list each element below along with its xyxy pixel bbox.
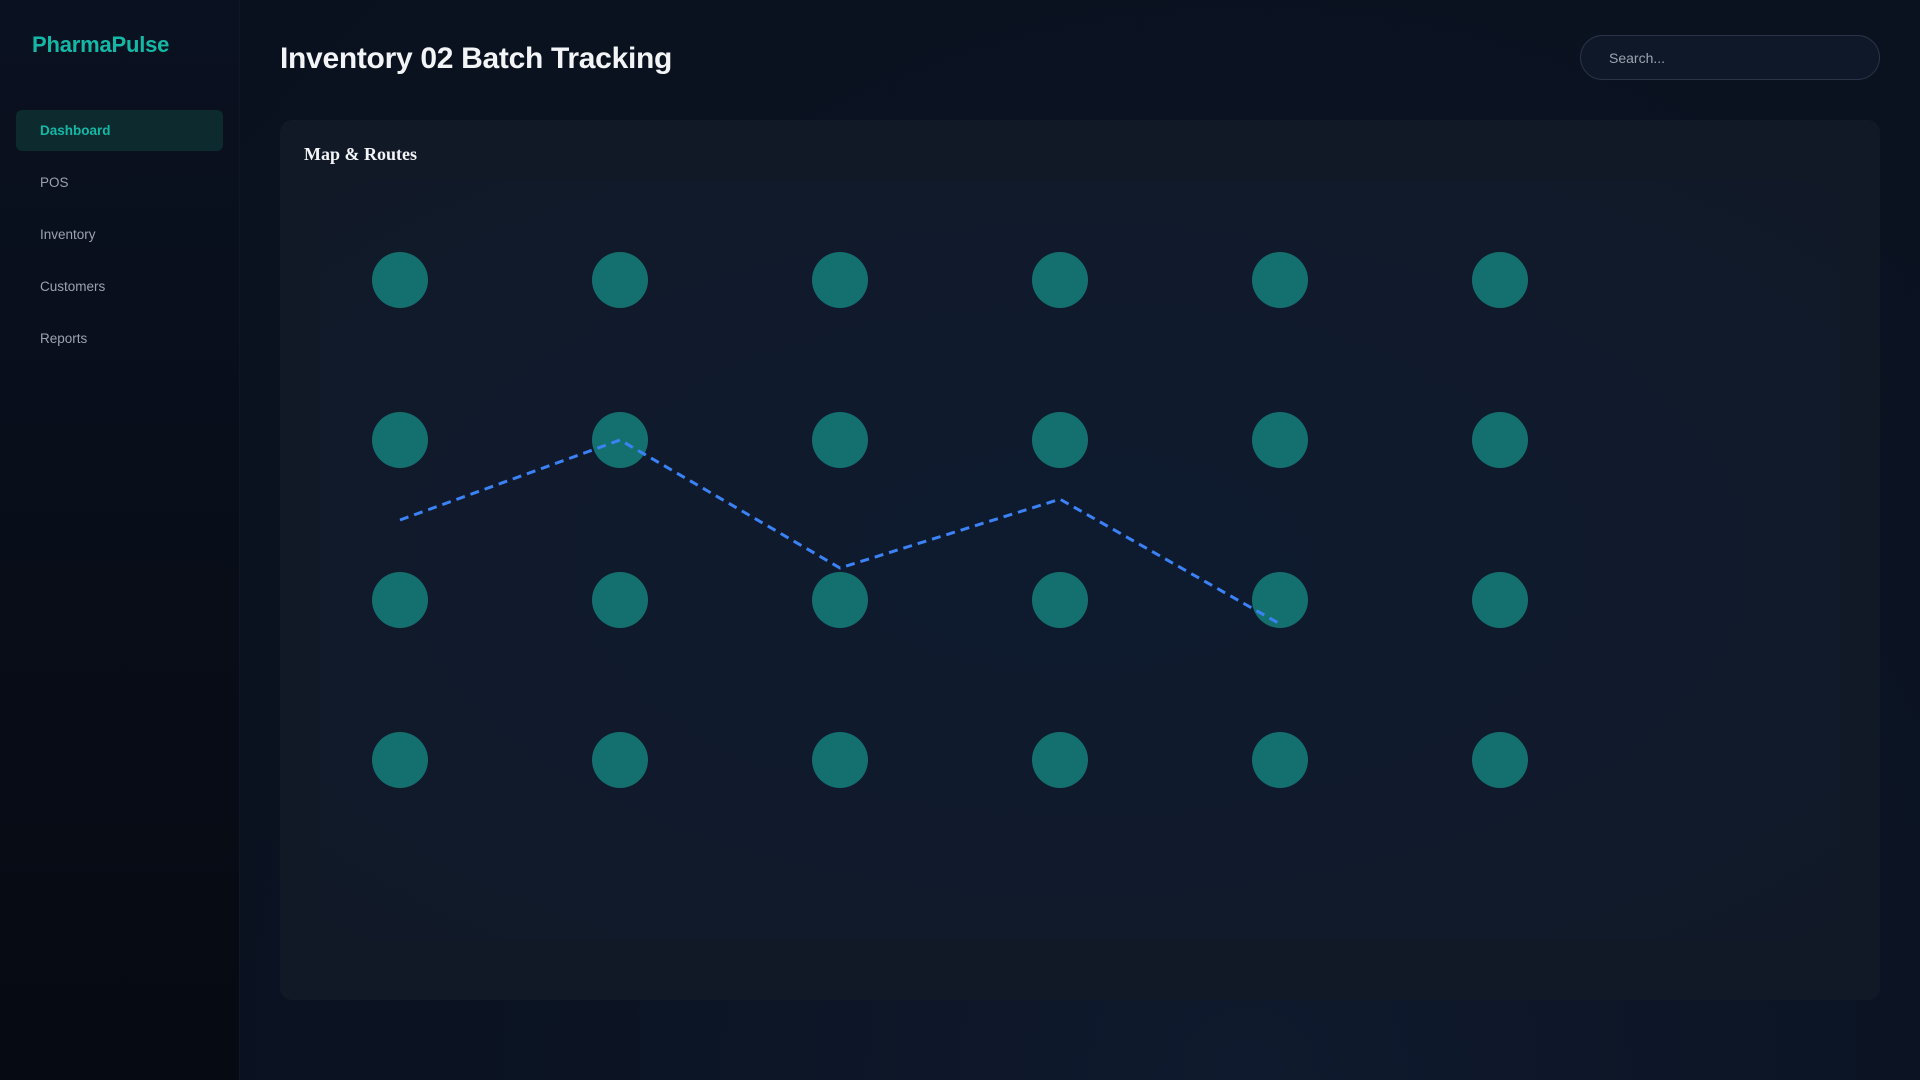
map-node[interactable] [1252, 252, 1308, 308]
sidebar-item-inventory[interactable]: Inventory [16, 214, 223, 255]
sidebar-nav: Dashboard POS Inventory Customers Report… [0, 110, 239, 359]
search-input[interactable] [1580, 35, 1880, 80]
map-node[interactable] [1032, 732, 1088, 788]
sidebar-item-customers[interactable]: Customers [16, 266, 223, 307]
sidebar-item-reports[interactable]: Reports [16, 318, 223, 359]
map-node[interactable] [592, 412, 648, 468]
brand-logo[interactable]: PharmaPulse [0, 30, 239, 60]
map-area[interactable] [320, 180, 1840, 940]
map-node[interactable] [592, 732, 648, 788]
page-title: Inventory 02 Batch Tracking [280, 42, 673, 75]
map-node[interactable] [1472, 572, 1528, 628]
map-node[interactable] [1472, 732, 1528, 788]
map-node[interactable] [812, 572, 868, 628]
map-node[interactable] [812, 252, 868, 308]
map-node[interactable] [812, 732, 868, 788]
map-node[interactable] [372, 252, 428, 308]
map-node[interactable] [592, 252, 648, 308]
sidebar-item-dashboard[interactable]: Dashboard [16, 110, 223, 151]
map-node[interactable] [1472, 252, 1528, 308]
app-root: PharmaPulse Dashboard POS Inventory Cust… [0, 0, 1920, 1080]
map-node[interactable] [1032, 572, 1088, 628]
main-content: Inventory 02 Batch Tracking Map & Routes [240, 0, 1920, 1080]
map-node[interactable] [812, 412, 868, 468]
map-node[interactable] [1032, 412, 1088, 468]
sidebar: PharmaPulse Dashboard POS Inventory Cust… [0, 0, 240, 1080]
map-canvas[interactable] [320, 180, 1840, 940]
map-node[interactable] [1032, 252, 1088, 308]
map-node[interactable] [1252, 732, 1308, 788]
map-node[interactable] [372, 412, 428, 468]
map-node[interactable] [1252, 412, 1308, 468]
map-node[interactable] [592, 572, 648, 628]
map-routes-panel: Map & Routes [280, 120, 1880, 1000]
map-node[interactable] [1472, 412, 1528, 468]
sidebar-item-pos[interactable]: POS [16, 162, 223, 203]
map-node[interactable] [372, 572, 428, 628]
panel-title: Map & Routes [304, 144, 417, 164]
map-node[interactable] [372, 732, 428, 788]
map-node[interactable] [1252, 572, 1308, 628]
